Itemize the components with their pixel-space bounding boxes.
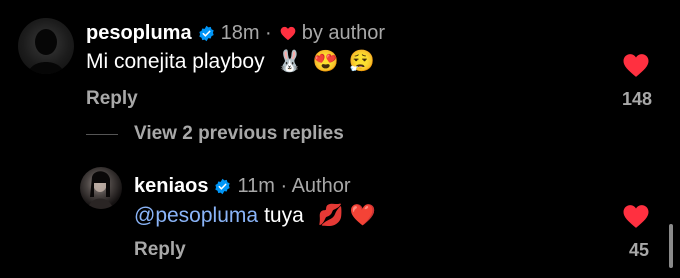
heart-eyes-emoji-icon: 😍 (312, 50, 339, 73)
comment-text: @pesopluma tuya 💋 ❤️ (134, 204, 376, 228)
exhaling-face-emoji-icon: 😮‍💨 (348, 50, 376, 73)
rabbit-emoji-icon: 🐰 (276, 50, 303, 73)
verified-badge-icon (198, 25, 214, 42)
timestamp: 18m · (220, 22, 272, 44)
kiss-mark-emoji-icon: 💋 (317, 204, 344, 227)
view-previous-replies-button[interactable]: View 2 previous replies (134, 123, 344, 145)
like-heart-icon[interactable] (622, 204, 650, 229)
scrollbar[interactable] (669, 224, 673, 268)
like-heart-icon[interactable] (622, 53, 650, 78)
avatar-photo-icon (88, 171, 113, 209)
thread-divider (86, 134, 118, 135)
like-count: 45 (628, 240, 649, 260)
liked-by-author-heart-icon (280, 26, 296, 41)
comment-body: tuya (264, 204, 304, 227)
username[interactable]: pesopluma (86, 22, 192, 45)
avatar[interactable] (18, 18, 74, 74)
comment-body: Mi conejita playboy (86, 50, 265, 73)
comment-text: Mi conejita playboy 🐰 😍 😮‍💨 (86, 50, 375, 74)
avatar-silhouette-icon (28, 29, 64, 74)
comment-header: pesopluma 18m · by author (86, 22, 385, 45)
username[interactable]: keniaos (134, 175, 208, 198)
like-count: 148 (621, 89, 652, 109)
comment-header: keniaos 11m · Author (134, 175, 351, 198)
timestamp: 11m · Author (237, 175, 351, 197)
red-heart-emoji-icon: ❤️ (349, 204, 377, 227)
by-author-badge: by author (301, 22, 386, 44)
reply-button[interactable]: Reply (134, 239, 186, 261)
reply-button[interactable]: Reply (86, 88, 138, 110)
avatar[interactable] (80, 167, 122, 209)
verified-badge-icon (215, 178, 231, 195)
mention-link[interactable]: @pesopluma (134, 204, 258, 228)
